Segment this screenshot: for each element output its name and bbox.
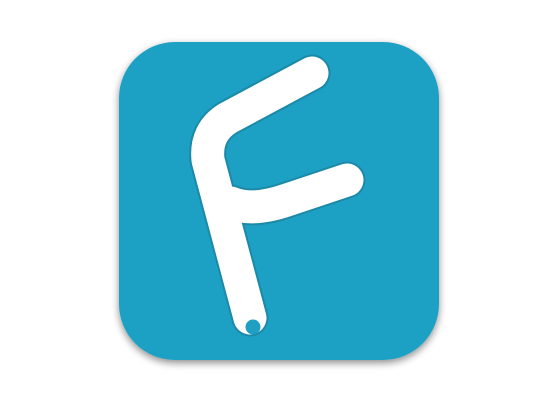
icon-stage <box>0 0 560 420</box>
app-icon[interactable] <box>115 40 443 366</box>
letter-f-logo-icon <box>119 42 439 360</box>
f-glyph-hole <box>245 319 261 335</box>
